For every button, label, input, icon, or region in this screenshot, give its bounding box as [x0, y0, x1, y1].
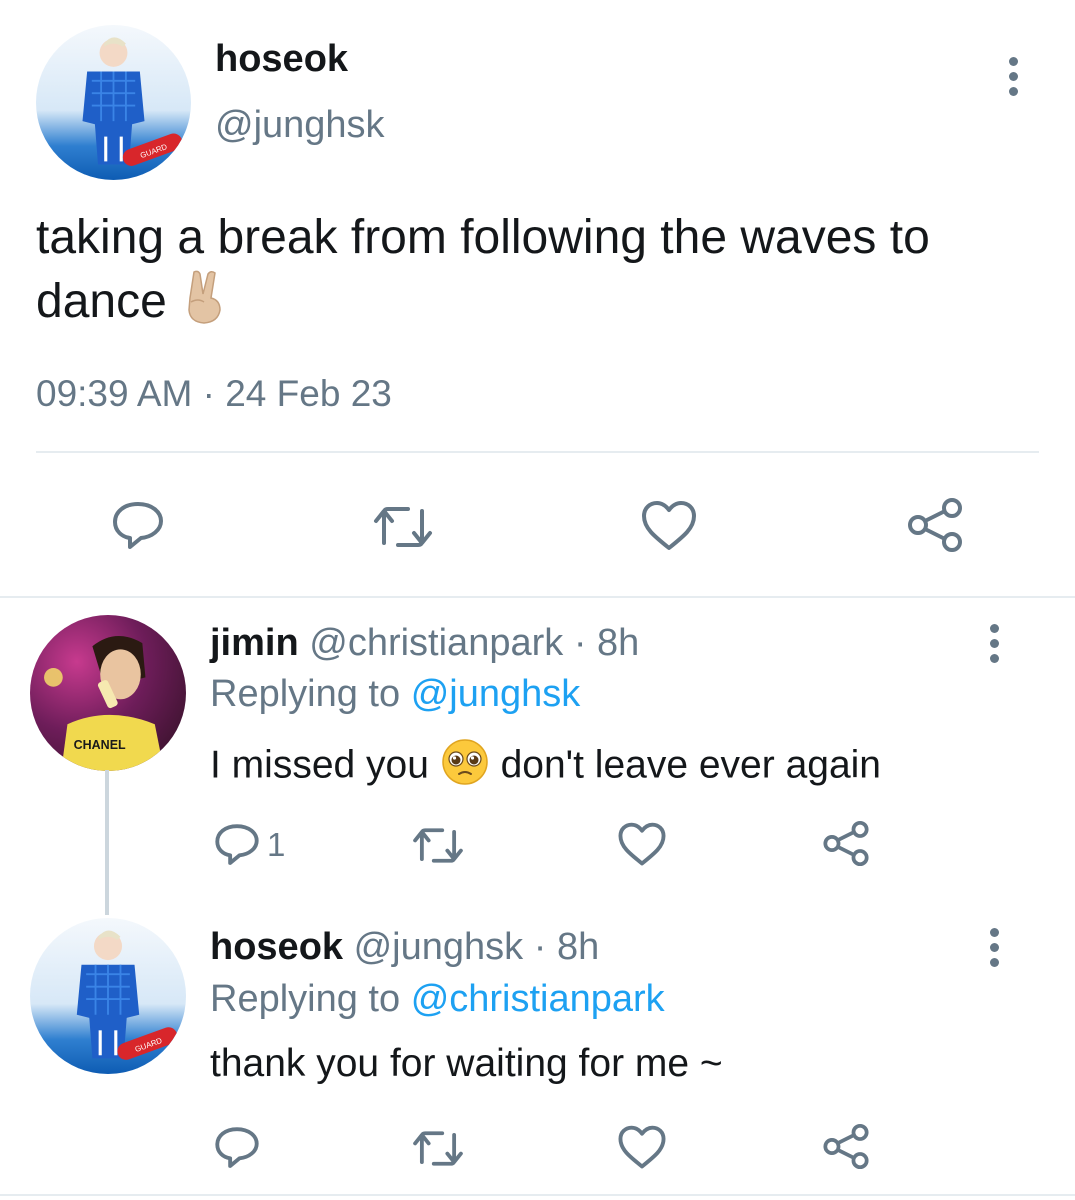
header-dot: ·	[533, 926, 547, 968]
share-button[interactable]	[822, 820, 870, 867]
reply-author-handle[interactable]: @christianpark	[309, 622, 563, 664]
reply-text: I missed you don't leave ever again	[210, 737, 881, 797]
reply-author-name[interactable]: jimin	[210, 622, 299, 664]
reply-count: 1	[267, 826, 286, 863]
replying-to-link[interactable]: @christianpark	[411, 978, 665, 1020]
tweet-text-body: taking a break from following the waves …	[36, 211, 930, 329]
replying-to: Replying to @christianpark	[210, 978, 665, 1021]
avatar-image: CHANEL	[44, 635, 165, 771]
author-avatar[interactable]: GUARD	[36, 25, 191, 180]
share-icon	[908, 498, 962, 552]
reply-avatar[interactable]: GUARD	[30, 918, 186, 1074]
reply-icon	[215, 1127, 259, 1168]
share-icon	[823, 820, 869, 867]
divider	[0, 596, 1075, 598]
time-separator: ·	[202, 373, 215, 414]
pleading-face-icon	[440, 737, 490, 797]
share-button[interactable]	[822, 1123, 870, 1170]
like-icon	[642, 501, 696, 550]
reply-avatar[interactable]: CHANEL	[30, 615, 186, 771]
retweet-button[interactable]	[370, 503, 436, 551]
tweet-time: 09:39 AM	[36, 373, 193, 414]
retweet-icon	[413, 828, 463, 863]
reply-icon	[113, 502, 163, 549]
reply-text: thank you for waiting for me ~	[210, 1042, 723, 1085]
author-handle[interactable]: @junghsk	[215, 104, 385, 147]
more-icon[interactable]	[984, 624, 1004, 663]
divider	[0, 1194, 1075, 1196]
reply-button[interactable]: 1	[213, 822, 285, 868]
avatar-chanel-text: CHANEL	[74, 738, 126, 752]
reply-button[interactable]	[213, 1125, 261, 1171]
avatar-image: GUARD	[76, 930, 178, 1060]
thread-line	[105, 770, 109, 915]
reply-icon	[215, 824, 259, 865]
replying-to-link[interactable]: @junghsk	[411, 673, 581, 715]
reply-author-handle[interactable]: @junghsk	[354, 926, 524, 968]
retweet-button[interactable]	[410, 1128, 466, 1169]
like-button[interactable]	[617, 1125, 667, 1170]
replying-prefix: Replying to	[210, 978, 401, 1020]
tweet-text: taking a break from following the waves …	[36, 208, 1046, 341]
reply-text-before: I missed you	[210, 743, 429, 787]
like-button[interactable]	[617, 822, 667, 867]
reply-age: 8h	[556, 926, 600, 968]
more-icon[interactable]	[1003, 57, 1023, 96]
reply-button[interactable]	[110, 500, 166, 552]
divider	[36, 451, 1039, 453]
victory-hand-icon	[180, 268, 230, 341]
share-icon	[823, 1123, 869, 1170]
share-button[interactable]	[906, 497, 964, 553]
more-icon[interactable]	[984, 928, 1004, 967]
header-dot: ·	[573, 622, 587, 664]
retweet-button[interactable]	[410, 825, 466, 866]
retweet-icon	[413, 1131, 463, 1166]
like-button[interactable]	[640, 500, 698, 552]
reply-text-after: don't leave ever again	[500, 743, 881, 787]
replying-to: Replying to @junghsk	[210, 673, 580, 716]
tweet-timestamp: 09:39 AM · 24 Feb 23	[36, 373, 392, 415]
author-name[interactable]: hoseok	[215, 38, 348, 81]
replying-prefix: Replying to	[210, 673, 401, 715]
like-icon	[618, 822, 666, 866]
avatar-image: GUARD	[82, 37, 183, 166]
retweet-icon	[374, 507, 432, 547]
reply-author-name[interactable]: hoseok	[210, 926, 343, 968]
like-icon	[618, 1125, 666, 1169]
reply-header: hoseok @junghsk · 8h	[210, 926, 599, 969]
reply-age: 8h	[597, 622, 640, 664]
reply-header: jimin @christianpark · 8h	[210, 622, 639, 665]
tweet-date: 24 Feb 23	[225, 373, 392, 414]
